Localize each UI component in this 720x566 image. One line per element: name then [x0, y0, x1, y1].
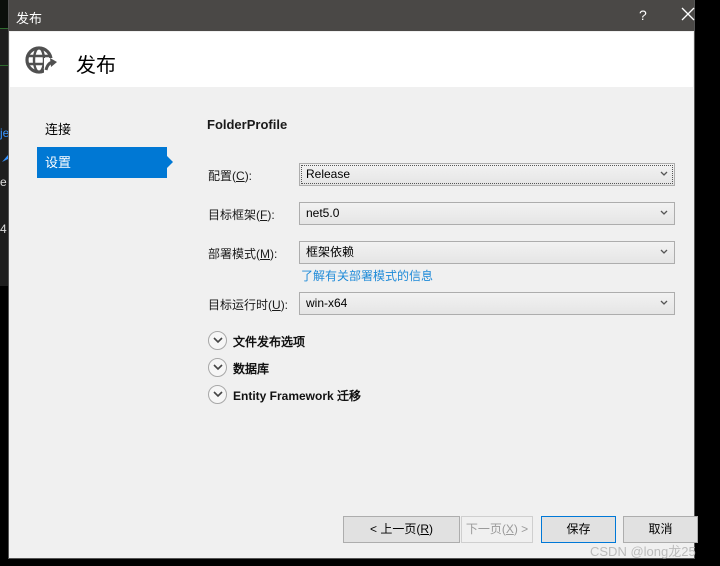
ide-text-fragment: 4	[0, 222, 7, 236]
expand-chevron-icon	[208, 385, 227, 404]
save-button[interactable]: 保存	[541, 516, 616, 543]
previous-button[interactable]: < 上一页(R)	[343, 516, 460, 543]
background-ide-strip: je e 4	[0, 0, 8, 566]
chevron-down-icon	[660, 249, 668, 254]
ide-divider	[0, 65, 8, 66]
deployment-mode-value: 框架依赖	[306, 245, 355, 259]
target-framework-value: net5.0	[306, 206, 340, 220]
dialog-header: 发布	[10, 32, 693, 87]
pencil-icon	[0, 152, 8, 166]
configuration-label: 配置(C):	[208, 169, 253, 183]
close-icon[interactable]	[681, 7, 697, 23]
sidebar-item-settings[interactable]: 设置	[37, 147, 173, 178]
active-indicator-arrow	[167, 156, 173, 168]
expander-label: Entity Framework 迁移	[233, 389, 362, 403]
ide-dark-area	[0, 286, 8, 566]
expand-chevron-icon	[208, 358, 227, 377]
sidebar-item-connection[interactable]: 连接	[37, 114, 167, 145]
chevron-down-icon	[660, 171, 668, 176]
ide-divider	[0, 28, 8, 29]
title-bar: 发布 ?	[9, 0, 697, 31]
watermark: CSDN @long龙25	[590, 544, 696, 559]
sidebar-item-label: 设置	[45, 155, 72, 170]
deployment-mode-info-link[interactable]: 了解有关部署模式的信息	[301, 267, 433, 284]
configuration-value: Release	[306, 167, 351, 181]
target-runtime-label: 目标运行时(U):	[208, 298, 289, 312]
globe-publish-icon	[24, 44, 58, 76]
sidebar-item-label: 连接	[45, 122, 72, 137]
target-framework-label: 目标框架(F):	[208, 208, 275, 222]
ide-text-fragment: e	[0, 175, 7, 189]
configuration-select[interactable]: Release	[299, 163, 675, 186]
deployment-mode-select[interactable]: 框架依赖	[299, 241, 675, 264]
header-title: 发布	[76, 55, 116, 77]
next-button[interactable]: 下一页(X) >	[461, 516, 533, 543]
ide-panel-top	[0, 0, 8, 28]
target-framework-select[interactable]: net5.0	[299, 202, 675, 225]
expander-label: 数据库	[233, 362, 270, 376]
publish-dialog: 发布 ? 发布 连接 设置 FolderProfile 配置(C): Relea…	[8, 0, 698, 559]
help-button[interactable]: ?	[639, 7, 647, 23]
target-runtime-select[interactable]: win-x64	[299, 292, 675, 315]
profile-title: FolderProfile	[207, 117, 288, 132]
deployment-mode-label: 部署模式(M):	[208, 247, 278, 261]
chevron-down-icon	[660, 300, 668, 305]
ide-text-fragment: je	[0, 126, 8, 140]
cancel-button[interactable]: 取消	[623, 516, 698, 543]
target-runtime-value: win-x64	[306, 296, 348, 310]
expand-chevron-icon	[208, 331, 227, 350]
expander-label: 文件发布选项	[233, 335, 306, 349]
chevron-down-icon	[660, 210, 668, 215]
window-title: 发布	[16, 11, 43, 26]
